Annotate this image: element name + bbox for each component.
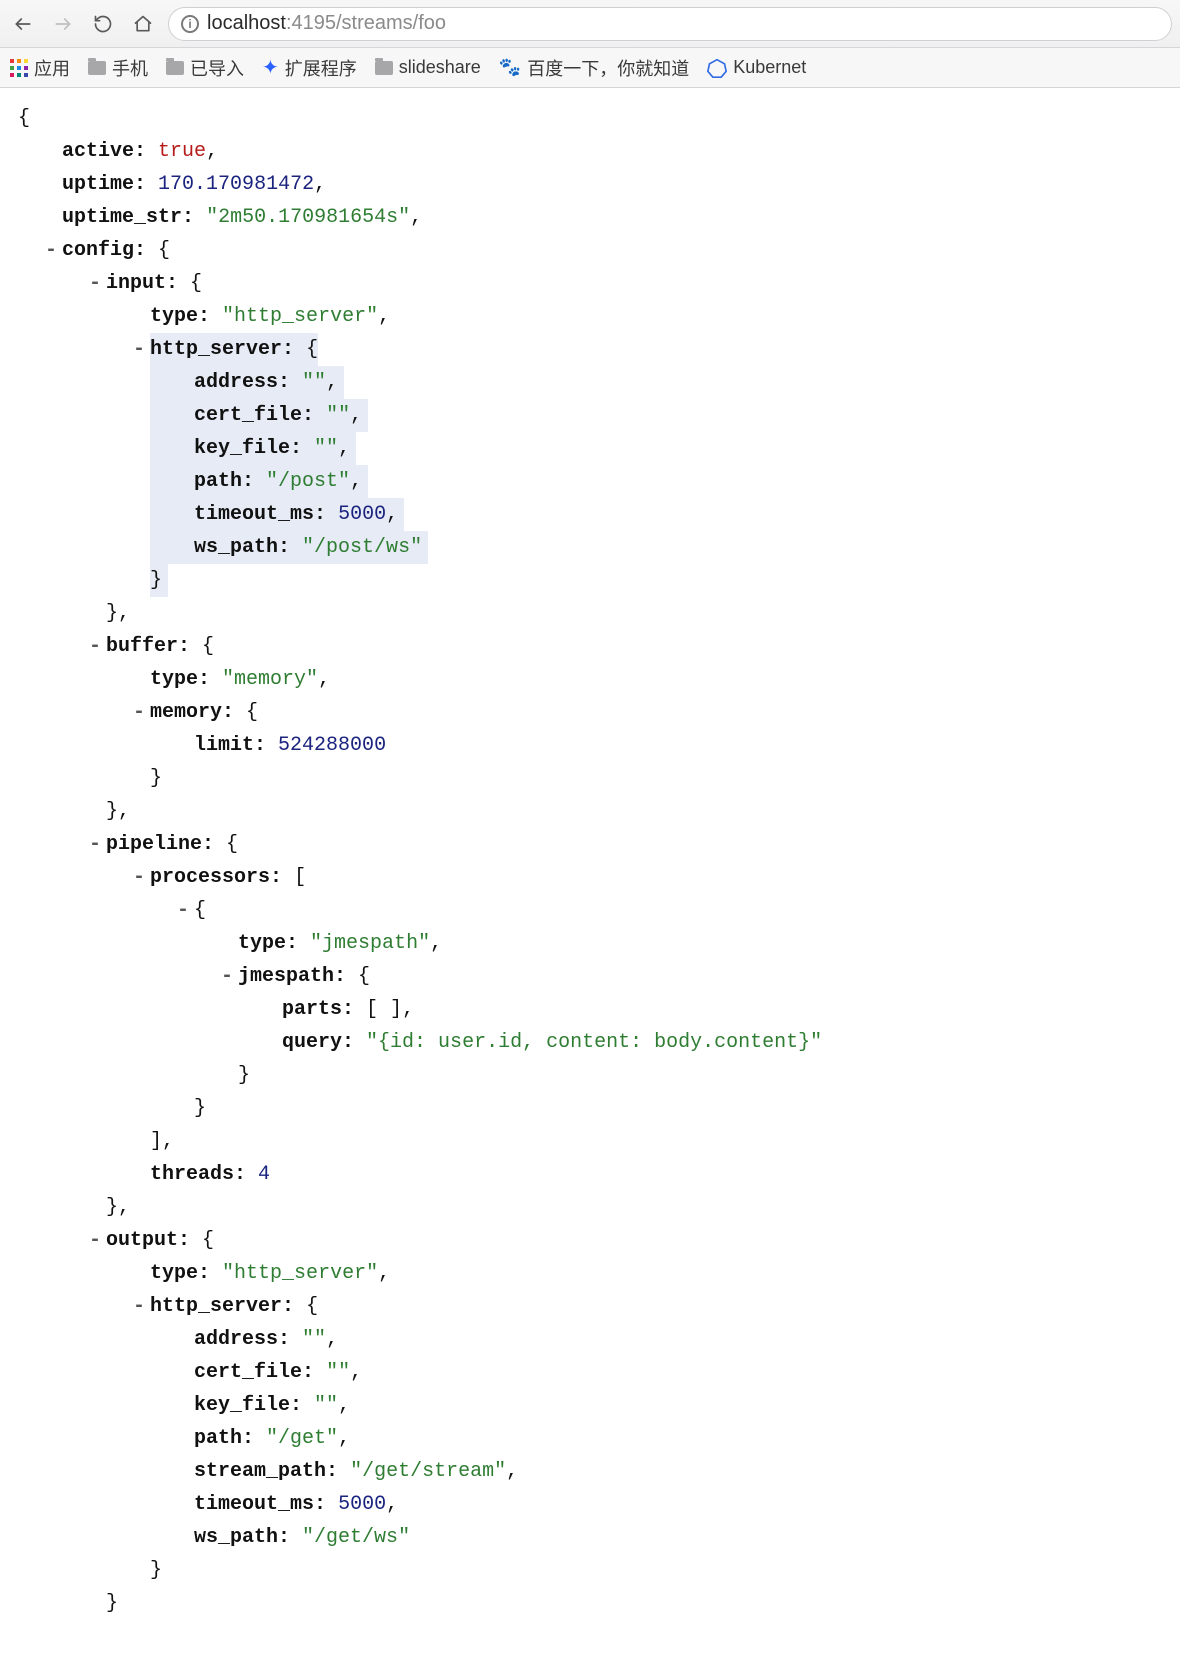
reload-button[interactable] — [88, 9, 118, 39]
puzzle-icon: ✦ — [262, 55, 279, 80]
back-button[interactable] — [8, 9, 38, 39]
toggle-http-server-out[interactable]: - — [132, 1290, 146, 1323]
browser-toolbar: i localhost:4195/streams/foo — [0, 0, 1180, 48]
bookmark-imported[interactable]: 已导入 — [166, 55, 244, 81]
toggle-jmespath[interactable]: - — [220, 960, 234, 993]
bookmark-slideshare[interactable]: slideshare — [375, 57, 481, 78]
toggle-proc0[interactable]: - — [176, 894, 190, 927]
toggle-output[interactable]: - — [88, 1224, 102, 1257]
apps-icon — [10, 59, 28, 77]
url-text: localhost:4195/streams/foo — [207, 12, 446, 35]
bookmark-extensions[interactable]: ✦ 扩展程序 — [262, 55, 357, 81]
toggle-memory[interactable]: - — [132, 696, 146, 729]
toggle-buffer[interactable]: - — [88, 630, 102, 663]
toggle-http-server-in[interactable]: - — [132, 333, 146, 366]
home-button[interactable] — [128, 9, 158, 39]
address-bar[interactable]: i localhost:4195/streams/foo — [168, 7, 1172, 41]
toggle-pipeline[interactable]: - — [88, 828, 102, 861]
forward-button[interactable] — [48, 9, 78, 39]
kubernetes-icon — [707, 58, 727, 78]
toggle-input[interactable]: - — [88, 267, 102, 300]
toggle-config[interactable]: - — [44, 234, 58, 267]
bookmarks-bar: 应用 手机 已导入 ✦ 扩展程序 slideshare 🐾 百度一下，你就知道 … — [0, 48, 1180, 88]
json-viewer: { active: true, uptime: 170.170981472, u… — [0, 88, 1180, 1660]
bookmark-kubernetes[interactable]: Kubernet — [707, 57, 806, 78]
folder-icon — [375, 61, 393, 75]
paw-icon: 🐾 — [499, 57, 521, 78]
bookmark-baidu[interactable]: 🐾 百度一下，你就知道 — [499, 55, 689, 81]
bookmark-apps[interactable]: 应用 — [10, 55, 70, 81]
site-info-icon[interactable]: i — [181, 15, 199, 33]
folder-icon — [88, 61, 106, 75]
toggle-processors[interactable]: - — [132, 861, 146, 894]
bookmark-mobile[interactable]: 手机 — [88, 55, 148, 81]
folder-icon — [166, 61, 184, 75]
